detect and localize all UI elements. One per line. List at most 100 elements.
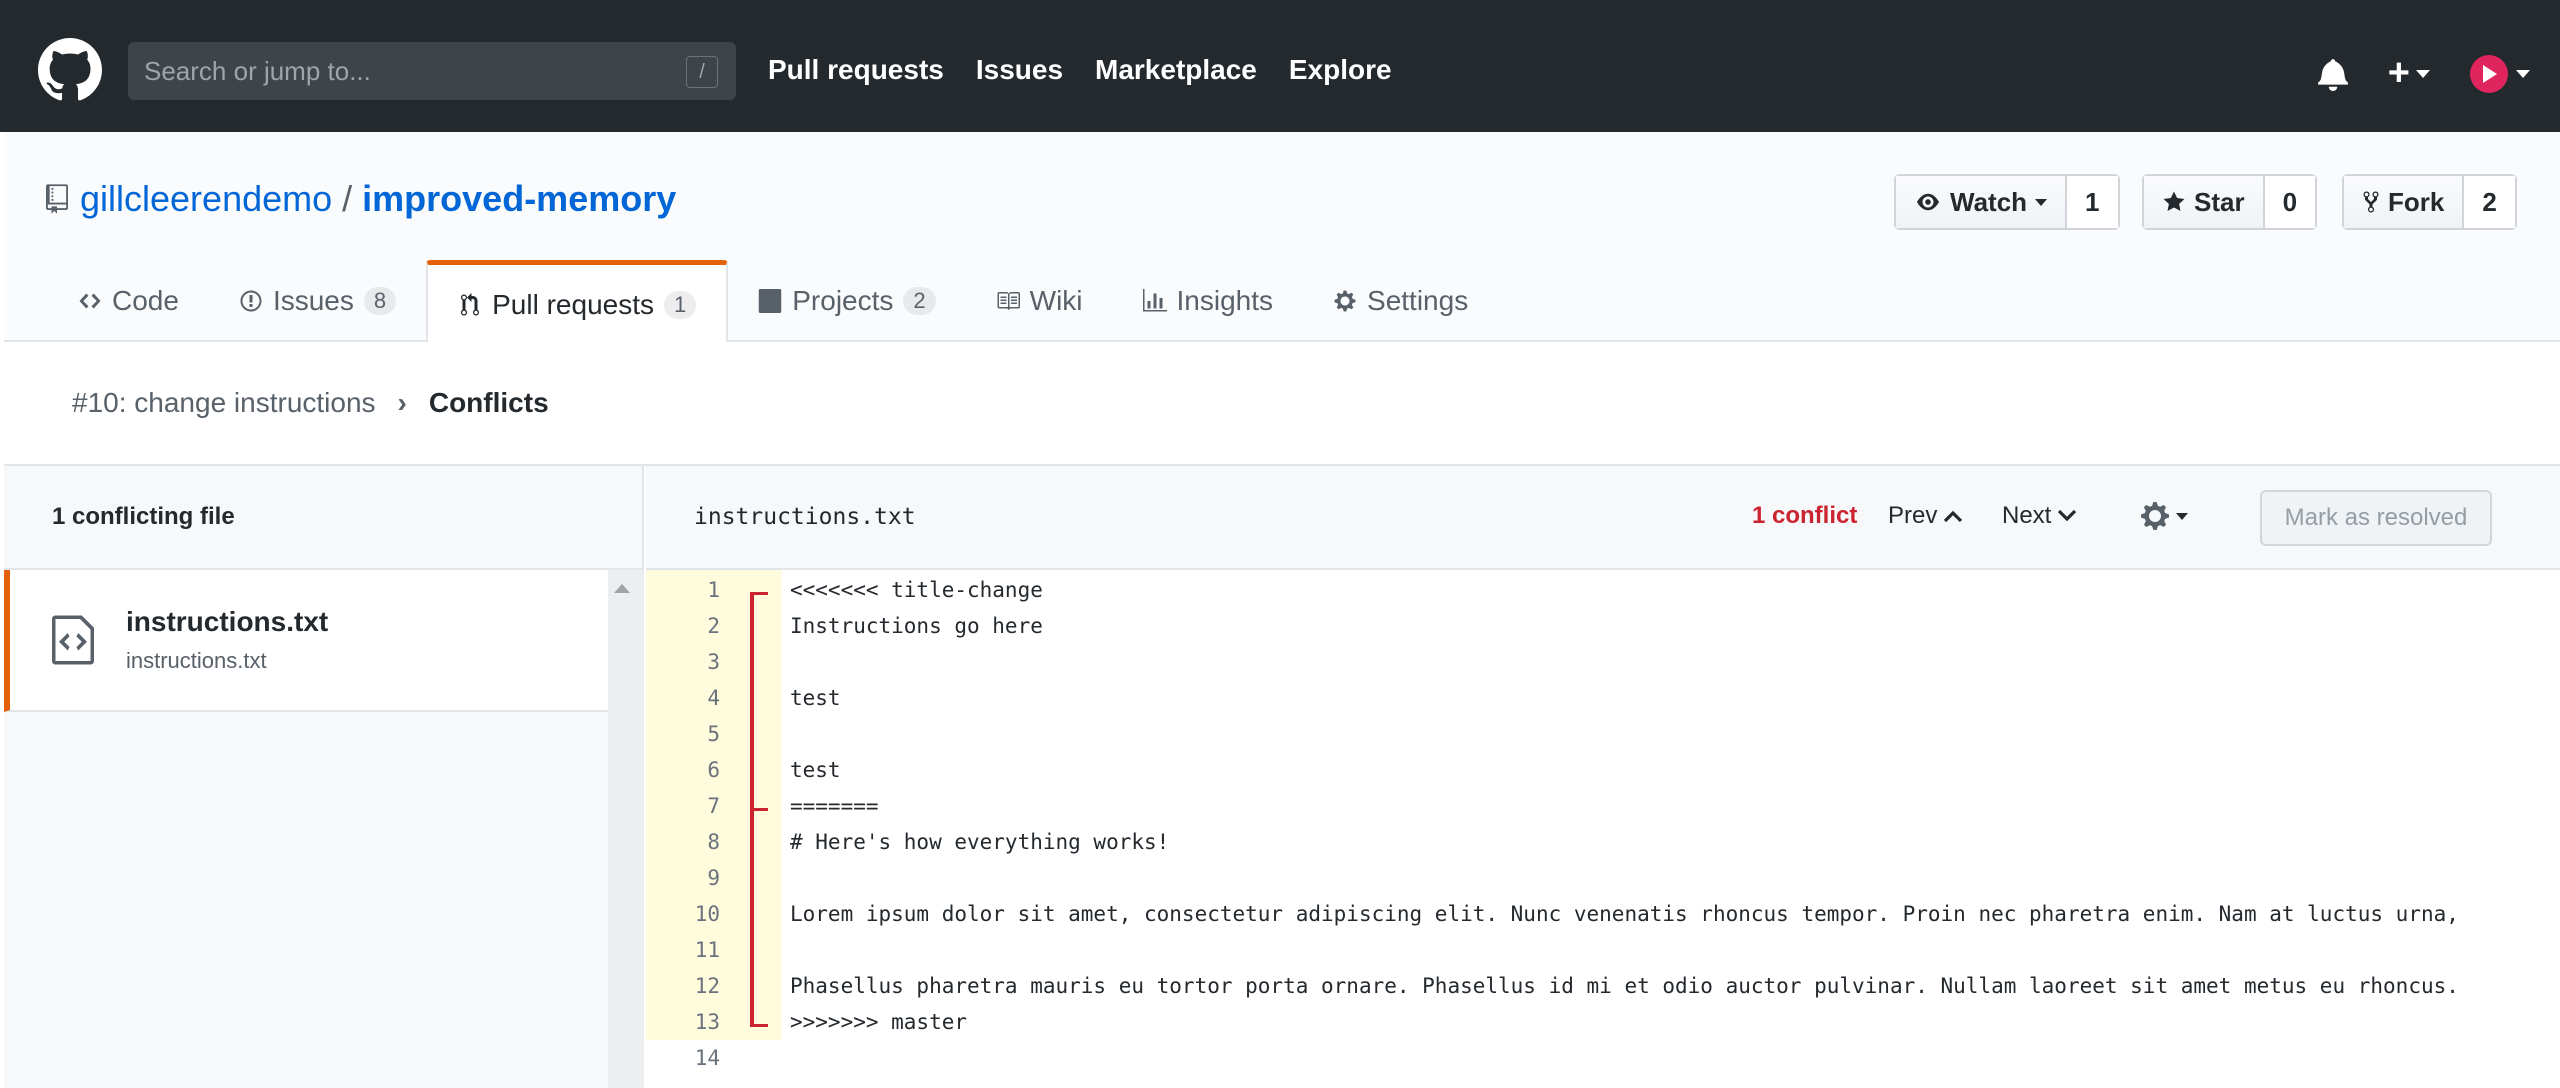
tab-wiki-label: Wiki — [1029, 285, 1083, 316]
file-list-scrollbar[interactable] — [608, 570, 644, 1088]
code-line[interactable]: 13 >>>>>>> master — [646, 1004, 2560, 1040]
code-line[interactable]: 3 — [646, 644, 2560, 680]
prev-label: Prev — [1888, 502, 1938, 529]
code-line[interactable]: 7 ======= — [646, 788, 2560, 824]
code-line[interactable]: 8 # Here's how everything works! — [646, 824, 2560, 860]
star-group: Star 0 — [2142, 174, 2318, 230]
caret-down-icon — [2176, 512, 2188, 520]
nav-pull-requests[interactable]: Pull requests — [768, 54, 944, 86]
tab-code-label: Code — [112, 285, 179, 316]
watch-count[interactable]: 1 — [2067, 176, 2118, 228]
line-number: 12 — [694, 974, 720, 998]
tab-projects-label: Projects — [792, 285, 894, 316]
tab-settings[interactable]: Settings — [1303, 260, 1498, 342]
bell-icon[interactable] — [2317, 57, 2348, 91]
conflicting-files-panel: 1 conflicting file instructions.txt inst… — [4, 466, 644, 1088]
code-line[interactable]: 6 test — [646, 752, 2560, 788]
chevron-right-icon: › — [397, 387, 407, 418]
chevron-up-icon — [1944, 510, 1963, 523]
plus-icon: + — [2387, 52, 2410, 94]
caret-down-icon — [2416, 69, 2430, 78]
nav-marketplace[interactable]: Marketplace — [1095, 54, 1257, 86]
repo-name-link[interactable]: improved-memory — [362, 178, 676, 220]
line-text: Phasellus pharetra mauris eu tortor port… — [790, 974, 2459, 998]
create-new-menu[interactable]: + — [2388, 52, 2430, 95]
search-input[interactable] — [144, 55, 664, 87]
scroll-up-arrow-icon[interactable] — [614, 584, 630, 593]
code-line[interactable]: 5 — [646, 716, 2560, 752]
line-number: 13 — [694, 1010, 720, 1034]
line-number: 2 — [707, 614, 720, 638]
line-number: 1 — [707, 578, 720, 602]
issue-icon — [240, 290, 262, 312]
gear-icon — [1334, 290, 1356, 312]
line-number: 6 — [707, 758, 720, 782]
tab-projects[interactable]: Projects 2 — [728, 260, 965, 342]
tab-insights[interactable]: Insights — [1113, 260, 1304, 342]
graph-icon — [1142, 289, 1167, 312]
issues-counter: 8 — [363, 287, 397, 315]
fork-group: Fork 2 — [2342, 174, 2517, 230]
next-conflict-button[interactable]: Next — [2002, 502, 2077, 530]
fork-button[interactable]: Fork — [2344, 176, 2465, 228]
conflict-file-item[interactable]: instructions.txt instructions.txt — [4, 570, 608, 712]
git-pull-request-icon — [461, 292, 480, 315]
repo-title: gillcleerendemo / improved-memory — [46, 178, 676, 220]
tab-issues[interactable]: Issues 8 — [209, 260, 426, 342]
fork-icon — [2363, 191, 2379, 213]
code-line[interactable]: 4 test — [646, 680, 2560, 716]
watch-group: Watch 1 — [1894, 174, 2120, 230]
line-number: 3 — [707, 650, 720, 674]
tab-code[interactable]: Code — [48, 260, 209, 342]
repo-separator: / — [342, 178, 353, 219]
editor-settings-menu[interactable] — [2140, 500, 2188, 532]
star-count[interactable]: 0 — [2264, 176, 2316, 228]
nav-explore[interactable]: Explore — [1289, 54, 1392, 86]
breadcrumb: #10: change instructions › Conflicts — [4, 342, 2560, 466]
code-line[interactable]: 12 Phasellus pharetra mauris eu tortor po… — [646, 968, 2560, 1004]
tab-insights-label: Insights — [1176, 285, 1274, 316]
code-line[interactable]: 2 Instructions go here — [646, 608, 2560, 644]
nav-issues[interactable]: Issues — [976, 54, 1063, 86]
user-menu[interactable] — [2470, 54, 2530, 93]
line-number: 7 — [707, 794, 720, 818]
code-line[interactable]: 1 <<<<<<< title-change — [646, 572, 2560, 608]
conflict-editor[interactable]: 1 <<<<<<< title-change 2 Instructions go h… — [646, 570, 2560, 1088]
editor-toolbar: instructions.txt 1 conflict Prev Next Ma… — [646, 466, 2560, 570]
eye-icon — [1917, 193, 1939, 211]
repo-owner-link[interactable]: gillcleerendemo — [80, 178, 332, 220]
line-number: 5 — [707, 722, 720, 746]
line-text: ======= — [790, 794, 879, 818]
code-line[interactable]: 14 — [646, 1040, 2560, 1076]
watch-button[interactable]: Watch — [1896, 176, 2068, 228]
breadcrumb-pr-link[interactable]: #10: change instructions — [72, 387, 376, 419]
prev-conflict-button[interactable]: Prev — [1888, 502, 1963, 530]
github-logo-icon[interactable] — [38, 38, 102, 102]
caret-down-icon — [2035, 198, 2048, 206]
fork-label: Fork — [2388, 186, 2445, 217]
search-box[interactable]: / — [128, 42, 736, 100]
line-number: 10 — [694, 902, 720, 926]
code-line[interactable]: 9 — [646, 860, 2560, 896]
star-button[interactable]: Star — [2144, 176, 2265, 228]
line-number: 4 — [707, 686, 720, 710]
watch-label: Watch — [1950, 186, 2028, 217]
star-label: Star — [2194, 186, 2245, 217]
file-code-icon — [52, 615, 94, 665]
gear-icon — [2141, 502, 2169, 530]
conflict-count: 1 conflict — [1752, 502, 1858, 529]
mark-as-resolved-button[interactable]: Mark as resolved — [2260, 490, 2492, 546]
line-text: >>>>>>> master — [790, 1010, 968, 1034]
code-line[interactable]: 10 Lorem ipsum dolor sit amet, consectetu… — [646, 896, 2560, 932]
fork-count[interactable]: 2 — [2464, 176, 2515, 228]
tab-wiki[interactable]: Wiki — [966, 260, 1113, 342]
conflict-file-name: instructions.txt — [126, 606, 329, 637]
repo-tabs: Code Issues 8 Pull requests 1 Projects 2… — [48, 260, 1498, 344]
line-text: <<<<<<< title-change — [790, 578, 1043, 602]
pull-requests-counter: 1 — [664, 290, 697, 319]
next-label: Next — [2002, 502, 2052, 529]
book-icon — [997, 292, 1020, 310]
breadcrumb-current: Conflicts — [428, 387, 549, 418]
code-line[interactable]: 11 — [646, 932, 2560, 968]
tab-pull-requests[interactable]: Pull requests 1 — [426, 260, 729, 344]
